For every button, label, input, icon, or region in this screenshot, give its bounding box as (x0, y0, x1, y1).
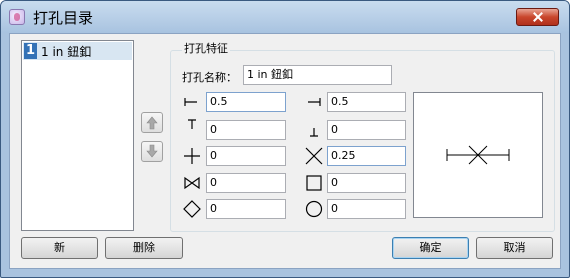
bottom-offset-field[interactable]: 0 (327, 120, 406, 140)
group-title: 打孔特征 (182, 40, 230, 56)
cancel-button[interactable]: 取消 (476, 237, 553, 259)
punch-preview-graphic (446, 145, 510, 165)
top-tick-icon (188, 119, 196, 129)
delete-button[interactable]: 删除 (105, 237, 183, 259)
move-down-button[interactable] (141, 141, 163, 162)
title-bar[interactable]: 打孔目录 (1, 1, 569, 33)
punch-list[interactable]: 1 1 in 鈕釦 (21, 40, 134, 231)
circle-value-field[interactable]: 0 (327, 199, 406, 219)
plus-icon (184, 148, 200, 164)
punch-name-label: 打孔名称： (182, 71, 237, 84)
diamond-icon (183, 200, 201, 218)
list-item[interactable]: 1 1 in 鈕釦 (23, 42, 132, 60)
new-button[interactable]: 新 (21, 237, 98, 259)
square-value-field[interactable]: 0 (327, 173, 406, 193)
dialog-client-area: 1 1 in 鈕釦 打孔特征 打孔名称： 1 in 鈕釦 0.5 0.5 0 0… (9, 33, 561, 269)
circle-icon (305, 200, 323, 218)
right-tick-icon (308, 98, 321, 106)
left-tick-icon (184, 98, 197, 106)
x-icon (305, 147, 323, 165)
ok-button[interactable]: 确定 (392, 237, 469, 259)
arrow-up-icon (146, 116, 158, 130)
x-value-field[interactable]: 0.25 (327, 146, 406, 166)
bowtie-value-field[interactable]: 0 (206, 173, 286, 193)
list-item-number: 1 (24, 43, 37, 59)
list-item-label: 1 in 鈕釦 (41, 45, 92, 59)
diamond-value-field[interactable]: 0 (206, 199, 286, 219)
bottom-tick-icon (310, 128, 318, 137)
punch-preview (413, 92, 543, 218)
window-title: 打孔目录 (33, 9, 94, 27)
left-offset-field[interactable]: 0.5 (206, 92, 286, 112)
right-offset-field[interactable]: 0.5 (327, 92, 406, 112)
close-button[interactable] (516, 8, 559, 26)
square-icon (306, 175, 322, 191)
top-offset-field[interactable]: 0 (206, 120, 286, 140)
bowtie-icon (184, 176, 200, 190)
cross-value-field[interactable]: 0 (206, 146, 286, 166)
punch-name-field[interactable]: 1 in 鈕釦 (243, 65, 392, 85)
move-up-button[interactable] (141, 112, 163, 133)
arrow-down-icon (146, 144, 158, 158)
app-icon (9, 9, 25, 25)
dialog-window: 打孔目录 1 1 in 鈕釦 打孔特征 打孔名称： 1 in 鈕釦 0.5 0.… (0, 0, 570, 278)
